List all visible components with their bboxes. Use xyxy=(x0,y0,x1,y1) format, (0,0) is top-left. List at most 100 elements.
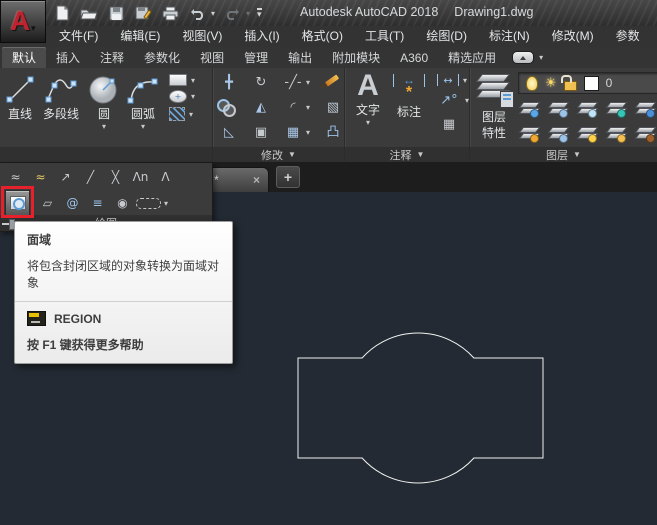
redo-icon[interactable] xyxy=(222,4,242,22)
erase-icon[interactable] xyxy=(321,74,341,92)
layer-unlock-icon[interactable] xyxy=(564,81,577,91)
layer-unisolate-icon[interactable] xyxy=(547,124,569,143)
leader-dropdown-icon[interactable]: ▾ xyxy=(465,96,469,105)
modify-panel-expand-icon[interactable]: ▼ xyxy=(288,150,296,159)
pin-slideout-icon[interactable] xyxy=(2,218,14,229)
explode-icon[interactable]: ▧ xyxy=(321,98,345,118)
ellipse-button[interactable]: +▾ xyxy=(169,90,195,103)
menu-item-0[interactable]: 文件(F) xyxy=(48,26,109,47)
layer-off-icon[interactable] xyxy=(518,99,540,118)
ribbon-tab-默认[interactable]: 默认 xyxy=(2,47,46,68)
hatch-icon[interactable] xyxy=(169,107,185,121)
undo-icon[interactable] xyxy=(187,4,207,22)
text-dropdown-icon[interactable]: ▾ xyxy=(366,119,370,126)
rotate-icon[interactable]: ↻ xyxy=(249,73,273,93)
spline-cv-icon[interactable]: ≈ xyxy=(29,167,52,187)
divide-icon[interactable]: Λn xyxy=(129,167,152,187)
line-button[interactable]: 直线 xyxy=(3,70,37,121)
donut-icon[interactable]: ◉ xyxy=(111,193,134,213)
layer-thaw-sun-icon[interactable]: ☀ xyxy=(545,76,557,91)
plot-icon[interactable] xyxy=(160,4,180,22)
ray-icon[interactable]: ↗ xyxy=(54,167,77,187)
measure-icon[interactable]: Λ xyxy=(154,167,177,187)
ribbon-tab-精选应用[interactable]: 精选应用 xyxy=(438,47,506,68)
save-icon[interactable] xyxy=(106,4,126,22)
fillet-dropdown-icon[interactable]: ▾ xyxy=(306,103,310,112)
layer-thaw-icon[interactable] xyxy=(576,124,598,143)
new-drawing-tab-button[interactable]: + xyxy=(276,166,300,188)
trim-icon[interactable]: -╱- xyxy=(281,73,305,93)
workspace-switcher-button[interactable]: ▾ xyxy=(512,47,543,68)
arc-button[interactable]: 圆弧 ▾ xyxy=(124,70,162,130)
stretch-icon[interactable]: ◺ xyxy=(217,123,241,143)
trim-dropdown-icon[interactable]: ▾ xyxy=(306,78,310,87)
mirror-icon[interactable]: ◭ xyxy=(249,98,273,118)
revision-cloud-icon[interactable] xyxy=(136,198,161,209)
rectangle-icon[interactable] xyxy=(169,74,187,86)
save-as-icon[interactable] xyxy=(133,4,153,22)
menu-item-4[interactable]: 格式(O) xyxy=(291,26,354,47)
drawing-tab[interactable]: * × xyxy=(205,167,269,192)
move-icon[interactable]: ╋ xyxy=(217,73,241,93)
ribbon-tab-附加模块[interactable]: 附加模块 xyxy=(322,47,390,68)
boundary-icon[interactable]: ≡ xyxy=(86,193,109,213)
revision-cloud-dropdown-icon[interactable]: ▾ xyxy=(164,199,168,208)
modify-panel-strip[interactable]: 修改 ▼ xyxy=(213,147,344,162)
hatch-dropdown-icon[interactable]: ▾ xyxy=(189,110,193,119)
circle-button[interactable]: 圆 ▾ xyxy=(85,70,123,130)
helix-icon[interactable]: @ xyxy=(61,193,84,213)
ribbon-tab-视图[interactable]: 视图 xyxy=(190,47,234,68)
menu-item-6[interactable]: 绘图(D) xyxy=(415,26,478,47)
trim-button[interactable]: -╱-▾ xyxy=(281,73,321,93)
layer-freeze-icon[interactable] xyxy=(576,99,598,118)
layer-on-icon[interactable] xyxy=(518,124,540,143)
new-icon[interactable] xyxy=(52,4,72,22)
menu-item-3[interactable]: 插入(I) xyxy=(233,26,290,47)
annotate-panel-strip[interactable]: 注释 ▼ xyxy=(345,147,469,162)
rotate-button[interactable]: ↻ xyxy=(249,73,281,93)
stretch-button[interactable]: ◺ xyxy=(217,123,249,143)
array-dropdown-icon[interactable]: ▾ xyxy=(306,128,310,137)
ribbon-tab-注释[interactable]: 注释 xyxy=(90,47,134,68)
ribbon-tab-参数化[interactable]: 参数化 xyxy=(134,47,190,68)
layer-lock-icon[interactable] xyxy=(605,99,627,118)
table-icon[interactable]: ▦ xyxy=(437,114,461,134)
layer-delete-icon[interactable] xyxy=(634,124,656,143)
leader-button[interactable]: ↗°▾ xyxy=(437,90,469,110)
dimension-button[interactable]: ↔ * 标注 xyxy=(391,70,427,119)
menu-item-2[interactable]: 视图(V) xyxy=(171,26,233,47)
copy-button[interactable] xyxy=(217,99,249,116)
annotate-panel-expand-icon[interactable]: ▼ xyxy=(417,150,425,159)
menu-item-1[interactable]: 编辑(E) xyxy=(109,26,171,47)
move-button[interactable]: ╋ xyxy=(217,73,249,93)
polyline-button[interactable]: 多段线 xyxy=(38,70,84,121)
hatch-button[interactable]: ▾ xyxy=(169,107,195,121)
ribbon-tab-插入[interactable]: 插入 xyxy=(46,47,90,68)
ribbon-tab-A360[interactable]: A360 xyxy=(390,47,438,68)
table-button[interactable]: ▦ xyxy=(437,114,469,134)
menu-item-8[interactable]: 修改(M) xyxy=(541,26,605,47)
linear-dimension-dropdown-icon[interactable]: ▾ xyxy=(463,76,467,85)
layer-unlock-icon[interactable] xyxy=(605,124,627,143)
array-button[interactable]: ▦▾ xyxy=(281,123,321,143)
ribbon-tab-管理[interactable]: 管理 xyxy=(234,47,278,68)
menu-item-5[interactable]: 工具(T) xyxy=(354,26,415,47)
multiple-points-icon[interactable]: ╳ xyxy=(104,167,127,187)
layer-on-bulb-icon[interactable] xyxy=(526,76,538,91)
customize-quick-access-icon[interactable]: ▾ xyxy=(257,8,262,18)
draw-panel-strip[interactable] xyxy=(0,147,212,162)
circle-dropdown-icon[interactable]: ▾ xyxy=(102,123,106,130)
application-menu-button[interactable]: A ▾ xyxy=(0,0,46,43)
arc-dropdown-icon[interactable]: ▾ xyxy=(141,123,145,130)
redo-dropdown-icon[interactable]: ▾ xyxy=(246,9,250,18)
menu-item-9[interactable]: 参数 xyxy=(605,26,651,47)
rectangle-button[interactable]: ▾ xyxy=(169,74,195,86)
fillet-icon[interactable]: ◜ xyxy=(281,98,305,118)
layer-make-current-icon[interactable] xyxy=(634,99,656,118)
tab-close-icon[interactable]: × xyxy=(253,174,260,186)
workspace-dropdown-icon[interactable]: ▾ xyxy=(539,53,543,62)
layer-properties-button[interactable]: 图层 特性 xyxy=(476,70,512,140)
rectangle-dropdown-icon[interactable]: ▾ xyxy=(191,76,195,85)
array-icon[interactable]: ▦ xyxy=(281,123,305,143)
scale-icon[interactable]: ▣ xyxy=(249,123,273,143)
